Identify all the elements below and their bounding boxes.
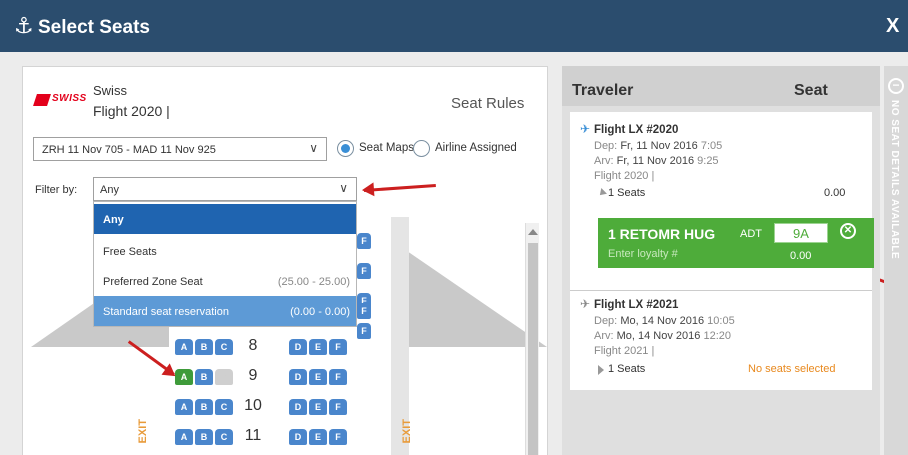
airline-name: Swiss bbox=[93, 83, 127, 98]
dialog-title: Select Seats bbox=[38, 17, 150, 38]
seat[interactable]: B bbox=[195, 369, 213, 385]
traveler-column-title: Traveler bbox=[572, 82, 634, 99]
seat[interactable]: E bbox=[309, 339, 327, 355]
filter-option-free-seats[interactable]: Free Seats bbox=[94, 236, 356, 266]
close-button[interactable]: X bbox=[886, 15, 899, 38]
filter-option-any[interactable]: Any bbox=[94, 204, 356, 234]
seat-column-title: Seat bbox=[794, 82, 828, 99]
airline-assigned-label: Airline Assigned bbox=[435, 142, 517, 154]
seat[interactable]: D bbox=[289, 429, 307, 445]
seat[interactable]: A bbox=[175, 429, 193, 445]
side-tab-label: NO SEAT DETAILS AVAILABLE bbox=[889, 100, 900, 260]
scroll-thumb[interactable] bbox=[528, 243, 538, 455]
airplane-icon: ✈ bbox=[580, 297, 591, 311]
seat[interactable]: E bbox=[309, 429, 327, 445]
departure-line: Dep: Fr, 11 Nov 2016 7:05 bbox=[594, 140, 723, 152]
occupied-seat[interactable]: C bbox=[215, 369, 233, 385]
flight-select[interactable]: ZRH 11 Nov 705 - MAD 11 Nov 925 ∨ bbox=[33, 137, 327, 161]
collapse-icon[interactable]: − bbox=[888, 78, 904, 94]
price-range: (25.00 - 25.00) bbox=[277, 276, 350, 288]
seat-rules-link[interactable]: Seat Rules bbox=[451, 95, 524, 112]
seat[interactable]: F bbox=[329, 369, 347, 385]
seat[interactable]: F bbox=[357, 323, 371, 339]
seat[interactable]: A bbox=[175, 399, 193, 415]
seat[interactable]: D bbox=[289, 399, 307, 415]
flight-title: Flight LX #2021 bbox=[594, 299, 679, 311]
seat[interactable]: F bbox=[329, 429, 347, 445]
scroll-up-icon[interactable] bbox=[528, 229, 538, 235]
flight-card[interactable]: ✈ Flight LX #2020 Dep: Fr, 11 Nov 2016 7… bbox=[570, 112, 874, 290]
collapsed-caret-icon[interactable] bbox=[598, 365, 604, 375]
filter-select-value: Any bbox=[100, 184, 119, 196]
assigned-seat-field[interactable]: 9A bbox=[774, 223, 828, 243]
exit-label-left: EXIT bbox=[137, 419, 149, 444]
row-number: 8 bbox=[248, 337, 258, 354]
filter-option-preferred-zone[interactable]: Preferred Zone Seat (25.00 - 25.00) bbox=[94, 266, 356, 296]
seat[interactable]: E bbox=[309, 369, 327, 385]
expanded-caret-icon[interactable] bbox=[597, 188, 607, 198]
seat[interactable]: C bbox=[215, 339, 233, 355]
seat[interactable]: C bbox=[215, 399, 233, 415]
seat[interactable]: F bbox=[357, 303, 371, 319]
seat[interactable]: B bbox=[195, 339, 213, 355]
filter-option-standard-seat[interactable]: Standard seat reservation (0.00 - 0.00) bbox=[94, 296, 356, 326]
seat[interactable]: B bbox=[195, 399, 213, 415]
chevron-down-icon: ∨ bbox=[309, 141, 318, 155]
flight-line: Flight 2020 | bbox=[594, 170, 655, 182]
traveler-type: ADT bbox=[740, 228, 762, 240]
airplane-icon: ✈ bbox=[580, 122, 591, 136]
filter-select[interactable]: Any ∨ bbox=[93, 177, 357, 201]
swiss-flag-icon bbox=[33, 94, 51, 106]
seat[interactable]: F bbox=[329, 399, 347, 415]
flight-select-value: ZRH 11 Nov 705 - MAD 11 Nov 925 bbox=[42, 144, 216, 156]
seat[interactable]: C bbox=[215, 429, 233, 445]
seat[interactable]: D bbox=[289, 369, 307, 385]
logo-text: SWISS bbox=[52, 93, 87, 104]
filter-dropdown: Any Free Seats Preferred Zone Seat (25.0… bbox=[93, 201, 357, 327]
row-number: 9 bbox=[248, 367, 258, 384]
dialog-title-bar: ⚓︎ Select Seats X bbox=[0, 0, 908, 52]
no-seats-status: No seats selected bbox=[748, 363, 836, 375]
airline-assigned-radio[interactable] bbox=[413, 140, 430, 157]
seat-price: 0.00 bbox=[790, 250, 812, 262]
traveler-panel: Traveler Seat ✈ Flight LX #2020 Dep: Fr,… bbox=[562, 66, 880, 455]
seat[interactable]: F bbox=[357, 263, 371, 279]
row-number: 11 bbox=[244, 427, 262, 444]
loyalty-input[interactable]: Enter loyalty # bbox=[608, 248, 678, 260]
arrival-line: Arv: Mo, 14 Nov 2016 12:20 bbox=[594, 330, 731, 342]
seat[interactable]: A bbox=[175, 339, 193, 355]
seats-price: 0.00 bbox=[824, 187, 846, 199]
seat[interactable]: B bbox=[195, 429, 213, 445]
seat[interactable]: F bbox=[357, 233, 371, 249]
clear-seat-icon[interactable]: ✕ bbox=[840, 223, 856, 239]
flight-line: Flight 2021 | bbox=[594, 345, 655, 357]
chevron-down-icon: ∨ bbox=[339, 181, 348, 195]
seat-maps-radio[interactable] bbox=[337, 140, 354, 157]
price-range: (0.00 - 0.00) bbox=[290, 306, 350, 318]
seat-details-side-tab[interactable]: − NO SEAT DETAILS AVAILABLE bbox=[884, 66, 908, 455]
seats-count: 1 Seats bbox=[608, 363, 646, 375]
swiss-logo: SWISS bbox=[33, 93, 87, 107]
seat[interactable]: F bbox=[329, 339, 347, 355]
departure-line: Dep: Mo, 14 Nov 2016 10:05 bbox=[594, 315, 735, 327]
seat-map-panel: SWISS Swiss Flight 2020 | Seat Rules ZRH… bbox=[22, 66, 548, 455]
seatmap-scrollbar[interactable] bbox=[525, 223, 539, 455]
flight-title: Flight LX #2020 bbox=[594, 124, 679, 136]
flight-number: Flight 2020 | bbox=[93, 103, 170, 119]
seat[interactable]: E bbox=[309, 399, 327, 415]
exit-label-right: EXIT bbox=[401, 419, 413, 444]
seats-count: 1 Seats bbox=[608, 187, 646, 199]
arrival-line: Arv: Fr, 11 Nov 2016 9:25 bbox=[594, 155, 719, 167]
flight-card[interactable]: ✈ Flight LX #2021 Dep: Mo, 14 Nov 2016 1… bbox=[570, 290, 872, 390]
seat-maps-label: Seat Maps bbox=[359, 142, 414, 154]
seat-icon: ⚓︎ bbox=[14, 14, 34, 39]
traveler-row[interactable]: 1 RETOMR HUG ADT 9A ✕ Enter loyalty # 0.… bbox=[598, 218, 874, 268]
traveler-panel-header: Traveler Seat bbox=[562, 66, 880, 106]
row-number: 10 bbox=[244, 397, 262, 414]
traveler-name: 1 RETOMR HUG bbox=[608, 226, 716, 242]
filter-label: Filter by: bbox=[35, 184, 78, 196]
seat[interactable]: D bbox=[289, 339, 307, 355]
